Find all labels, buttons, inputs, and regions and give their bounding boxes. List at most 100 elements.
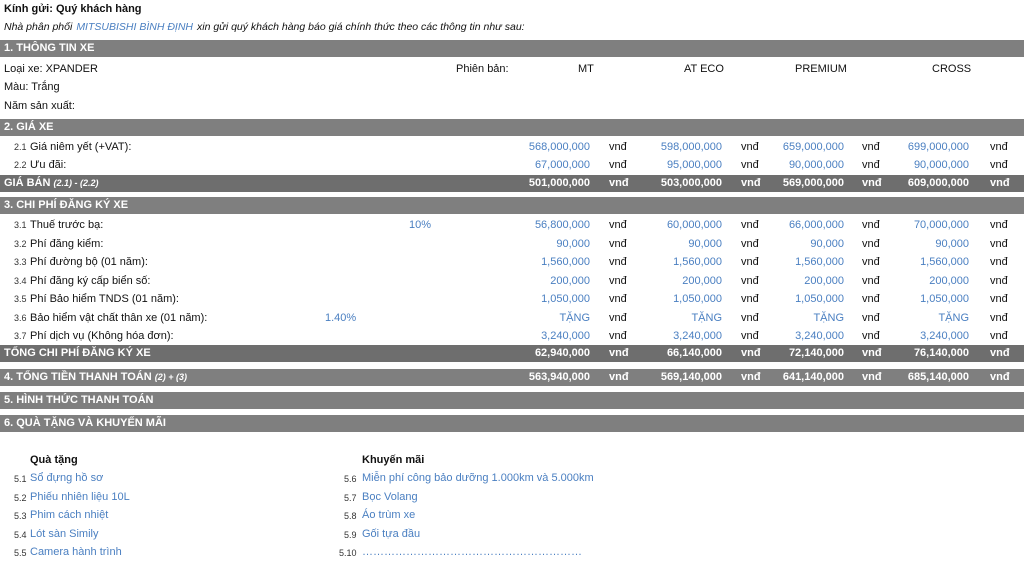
section-3-header: 3. CHI PHÍ ĐĂNG KÝ XE [0,197,1024,214]
fee-value: 3,240,000 [673,330,722,342]
row-number: 3.5 [14,294,27,304]
currency-unit: vnđ [862,256,880,268]
fee-value: 90,000 [688,237,722,250]
row-label: Giá niêm yết (+VAT): [30,141,132,153]
selling-price-label-text: GIÁ BÁN [4,177,51,189]
gift-number: 5.1 [14,474,27,484]
currency-unit: vnđ [609,237,627,250]
currency-unit: vnđ [609,347,629,359]
currency-unit: vnđ [609,274,627,287]
fee-value: 200,000 [682,274,722,287]
version-label: Phiên bản: [456,63,509,75]
row-label: Phí đăng ký cấp biển số: [30,274,151,287]
row-number: 2.2 [14,160,27,170]
currency-unit: vnđ [862,293,880,305]
gift-number: 5.2 [14,492,27,503]
row-number: 3.2 [14,238,27,249]
fee-value: 1,050,000 [920,293,969,305]
fee-value: 70,000,000 [913,219,969,231]
car-color: Màu: Trắng [4,81,60,93]
fee-value: 1,560,000 [795,256,844,268]
fee-value: 90,000 [810,237,844,250]
fee-value: 1,560,000 [541,256,590,268]
promos-header: Khuyến mãi [362,454,425,466]
fee-value: TẶNG [691,311,722,324]
fee-value: 1,560,000 [920,256,969,268]
section-4-header: 4. TỔNG TIỀN THANH TOÁN (2) + (3) 563,94… [0,369,1024,386]
gift-number: 5.4 [14,529,27,540]
row-number: 3.3 [14,257,27,267]
currency-unit: vnđ [990,311,1008,324]
currency-unit: vnđ [609,293,627,305]
currency-unit: vnđ [609,159,627,171]
car-type: Loại xe: XPANDER [4,63,98,75]
row-label: Phí dịch vụ (Không hóa đơn): [30,330,174,342]
currency-unit: vnđ [609,330,627,342]
promo-item: Bọc Volang [362,490,418,503]
price-value: 659,000,000 [782,141,844,153]
fee-value: 90,000 [556,237,590,250]
gifts-header: Quà tặng [30,454,78,466]
fee-value: TẶNG [559,311,590,324]
row-label: Phí đường bộ (01 năm): [30,256,148,268]
fee-value: 56,800,000 [534,219,590,231]
promo-item: …………………………………………………… [362,546,582,558]
total-value: 563,940,000 [528,371,590,383]
gift-item: Sổ đựng hồ sơ [30,472,104,484]
total-value: 641,140,000 [782,371,844,383]
promo-item: Gối tựa đầu [362,527,421,540]
fee-value: TẶNG [813,311,844,324]
gift-item: Camera hành trình [30,546,122,558]
currency-unit: vnđ [862,274,880,287]
section-4-label: 4. TỔNG TIỀN THANH TOÁN (2) + (3) [4,369,187,386]
currency-unit: vnđ [990,141,1008,153]
version-cross: CROSS [932,63,972,75]
promo-item: Miễn phí công bảo dưỡng 1.000km và 5.000… [362,472,594,484]
currency-unit: vnđ [609,177,629,189]
currency-unit: vnđ [609,311,627,324]
currency-unit: vnđ [990,293,1008,305]
gift-number: 5.5 [14,548,27,558]
section-1-title: 1. THÔNG TIN XE [4,42,95,54]
row-label: Phí đăng kiểm: [30,237,104,250]
fee-value: 1,560,000 [673,256,722,268]
currency-unit: vnđ [990,274,1008,287]
currency-unit: vnđ [990,330,1008,342]
rate-percent: 1.40% [325,311,357,324]
fee-value: 60,000,000 [666,219,722,231]
section-2-title: 2. GIÁ XE [4,121,54,133]
currency-unit: vnđ [990,177,1010,189]
fee-value: 3,240,000 [541,330,590,342]
currency-unit: vnđ [990,371,1010,383]
row-number: 3.4 [14,275,27,286]
currency-unit: vnđ [862,330,880,342]
rate-percent: 10% [409,219,432,231]
row-label: Phí Bảo hiểm TNDS (01 năm): [30,293,179,305]
fee-value: 90,000 [935,237,969,250]
dealer-name: MITSUBISHI BÌNH ĐỊNH [76,21,193,33]
promo-number: 5.6 [344,474,357,484]
fee-value: 3,240,000 [795,330,844,342]
currency-unit: vnđ [862,141,880,153]
currency-unit: vnđ [862,219,880,231]
currency-unit: vnđ [990,347,1010,359]
total-value: 685,140,000 [907,371,969,383]
intro-line: Nhà phân phối MITSUBISHI BÌNH ĐỊNH xin gửi… [4,21,525,33]
currency-unit: vnđ [862,159,880,171]
price-value: 90,000,000 [913,159,969,171]
version-premium: PREMIUM [795,63,847,75]
promo-number: 5.9 [344,529,357,540]
greeting: Kính gửi: Quý khách hàng [4,3,142,15]
currency-unit: vnđ [609,141,627,153]
currency-unit: vnđ [990,219,1008,231]
selling-price-formula: (2.1) - (2.2) [53,178,99,188]
fee-value: 1,050,000 [795,293,844,305]
currency-unit: vnđ [990,256,1008,268]
row-label: Ưu đãi: [30,159,67,171]
section-4-title: 4. TỔNG TIỀN THANH TOÁN [4,371,152,383]
price-value: 568,000,000 [528,141,590,153]
currency-unit: vnđ [609,256,627,268]
promo-number: 5.8 [344,511,357,521]
price-value: 67,000,000 [534,159,590,171]
price-value: 95,000,000 [666,159,722,171]
